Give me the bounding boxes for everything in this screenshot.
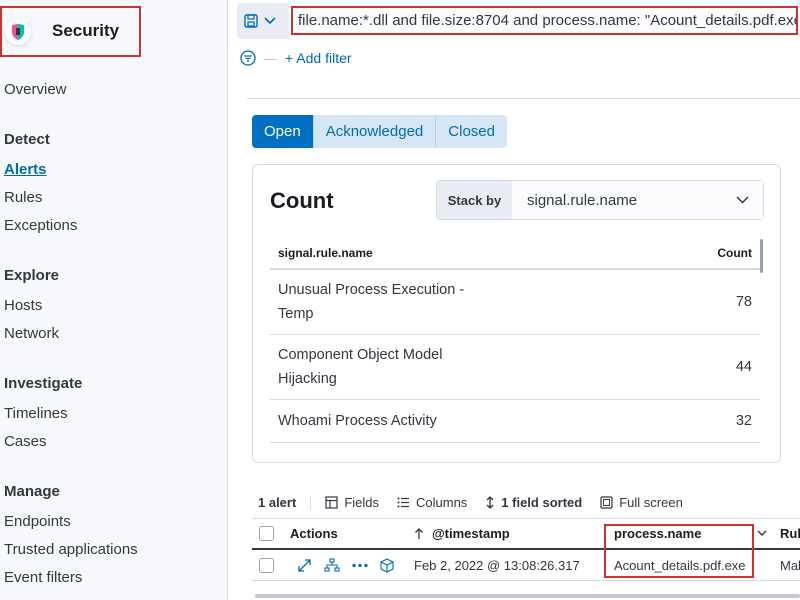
- rule-name-cell[interactable]: Whoami Process Activity: [278, 409, 488, 433]
- count-cell: 44: [735, 359, 752, 375]
- panel-title: Count: [270, 188, 334, 213]
- toolbar-separator: [310, 495, 312, 510]
- columns-label: Columns: [416, 495, 468, 510]
- tab-closed[interactable]: Closed: [436, 115, 507, 148]
- app-title: Security: [52, 21, 120, 40]
- filter-options-icon[interactable]: [240, 50, 256, 66]
- sidebar-item-hosts[interactable]: Hosts: [4, 297, 42, 314]
- list-icon: [397, 497, 409, 508]
- column-header-actions: Actions: [290, 526, 338, 541]
- save-icon: [244, 14, 258, 28]
- sort-label: 1 field sorted: [501, 495, 583, 510]
- stack-by-value-container[interactable]: signal.rule.name: [512, 181, 763, 219]
- rule-name-cell[interactable]: Component Object Model Hijacking: [278, 343, 488, 391]
- table-row: Unusual Process Execution - Temp 78: [270, 270, 760, 335]
- alerts-toolbar: 1 alert Fields Columns 1 field sorted Fu…: [258, 495, 701, 510]
- select-all-cell: [259, 519, 274, 548]
- sidebar-item-cases[interactable]: Cases: [4, 433, 47, 450]
- sidebar-item-event-filters[interactable]: Event filters: [4, 569, 82, 586]
- fields-button[interactable]: Fields: [325, 495, 379, 510]
- sidebar-item-network[interactable]: Network: [4, 325, 59, 342]
- more-actions-icon[interactable]: [352, 563, 368, 568]
- rule-cell[interactable]: Mal: [780, 550, 800, 580]
- tab-acknowledged[interactable]: Acknowledged: [313, 115, 437, 148]
- stack-by-label: Stack by: [437, 181, 512, 219]
- column-header-process-name[interactable]: process.name: [614, 519, 701, 548]
- sidebar: Security Overview Detect Alerts Rules Ex…: [0, 0, 228, 600]
- columns-button[interactable]: Columns: [397, 495, 467, 510]
- process-name-cell[interactable]: Acount_details.pdf.exe: [614, 550, 746, 580]
- sidebar-item-trusted-applications[interactable]: Trusted applications: [4, 541, 138, 558]
- horizontal-scrollbar[interactable]: [255, 594, 800, 598]
- analyze-event-icon[interactable]: [324, 557, 340, 573]
- count-cell: 32: [735, 413, 752, 429]
- column-header-rule[interactable]: Rul: [780, 519, 800, 548]
- cube-icon[interactable]: [380, 557, 394, 573]
- security-logo-icon: [5, 19, 31, 45]
- sidebar-group-investigate: Investigate: [4, 375, 83, 392]
- sort-ascending-icon: [415, 527, 423, 539]
- full-screen-icon: [600, 496, 613, 509]
- tab-open[interactable]: Open: [252, 115, 314, 148]
- timestamp-cell[interactable]: Feb 2, 2022 @ 13:08:26.317: [414, 550, 580, 580]
- divider: [247, 98, 800, 99]
- saved-query-button[interactable]: [237, 3, 289, 39]
- scrollbar[interactable]: [760, 239, 763, 273]
- stack-by-value: signal.rule.name: [527, 191, 638, 209]
- alert-count: 1 alert: [258, 495, 297, 510]
- table-row: Whoami Process Activity 32: [270, 400, 760, 443]
- expand-icon[interactable]: [297, 558, 312, 573]
- rule-name-cell[interactable]: Unusual Process Execution - Temp: [278, 278, 488, 326]
- row-checkbox[interactable]: [259, 557, 274, 573]
- chevron-down-icon: [264, 17, 276, 25]
- sort-button[interactable]: 1 field sorted: [485, 495, 582, 510]
- full-screen-label: Full screen: [619, 495, 683, 510]
- column-header-timestamp: @timestamp: [432, 526, 510, 541]
- sidebar-item-rules[interactable]: Rules: [4, 189, 42, 206]
- select-all-checkbox[interactable]: [259, 526, 274, 541]
- sidebar-group-explore: Explore: [4, 267, 60, 284]
- table-row: Feb 2, 2022 @ 13:08:26.317 Acount_detail…: [252, 550, 800, 581]
- count-panel: Count Stack by signal.rule.name signal.r…: [252, 164, 781, 463]
- count-table: signal.rule.name Count Unusual Process E…: [270, 237, 760, 443]
- fields-label: Fields: [344, 495, 379, 510]
- grid-header: Actions @timestamp process.name Rul: [252, 518, 800, 550]
- add-filter-button[interactable]: + Add filter: [285, 50, 352, 66]
- sidebar-item-timelines[interactable]: Timelines: [4, 405, 68, 422]
- row-select-cell: [259, 550, 274, 580]
- column-header-rule-name[interactable]: signal.rule.name: [278, 246, 373, 260]
- stack-by-select[interactable]: Stack by signal.rule.name: [436, 180, 764, 220]
- filter-bar: — + Add filter: [240, 50, 352, 66]
- table-icon: [325, 496, 338, 509]
- alert-status-tabs: Open Acknowledged Closed: [252, 115, 507, 148]
- column-header-timestamp-container[interactable]: @timestamp: [414, 519, 510, 548]
- sidebar-item-overview[interactable]: Overview: [4, 81, 67, 98]
- row-actions: [297, 550, 394, 580]
- count-table-header: signal.rule.name Count: [270, 237, 760, 270]
- count-cell: 78: [735, 294, 752, 310]
- chevron-down-icon: [736, 196, 749, 204]
- sidebar-item-endpoints[interactable]: Endpoints: [4, 513, 71, 530]
- sidebar-item-exceptions[interactable]: Exceptions: [4, 217, 77, 234]
- sidebar-item-alerts[interactable]: Alerts: [4, 161, 47, 178]
- column-menu-button[interactable]: [757, 519, 767, 548]
- table-row: Component Object Model Hijacking 44: [270, 335, 760, 400]
- sidebar-group-manage: Manage: [4, 483, 60, 500]
- search-query-input[interactable]: file.name:*.dll and file.size:8704 and p…: [291, 6, 798, 35]
- column-header-count[interactable]: Count: [717, 246, 752, 260]
- full-screen-button[interactable]: Full screen: [600, 495, 683, 510]
- sort-icon: [486, 496, 494, 509]
- sidebar-group-detect: Detect: [4, 131, 50, 148]
- chevron-down-icon: [757, 530, 767, 536]
- filter-separator: —: [264, 50, 277, 66]
- app-brand[interactable]: Security: [0, 6, 141, 57]
